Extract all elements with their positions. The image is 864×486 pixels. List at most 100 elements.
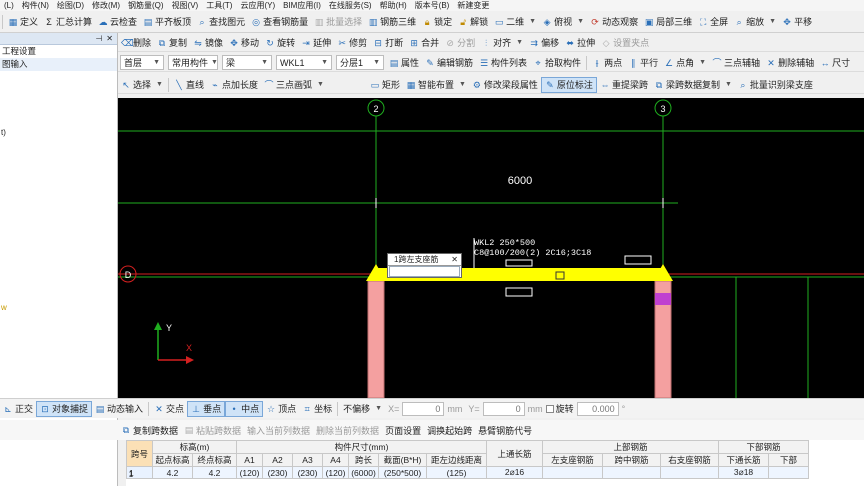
- menu-tools[interactable]: 工具(T): [202, 0, 236, 11]
- smart-layout-button[interactable]: ▦ 智能布置 ▼: [403, 77, 469, 93]
- extend-button[interactable]: ⇥ 延伸: [298, 35, 334, 51]
- layer-select[interactable]: 分层1 ▼: [336, 55, 384, 70]
- column[interactable]: [367, 280, 385, 398]
- cell-span-length[interactable]: (6000): [348, 466, 379, 479]
- cell-top-through-rebar[interactable]: 2⌀16: [486, 466, 543, 479]
- align-slab-top-button[interactable]: ▤ 平齐板顶: [140, 14, 194, 30]
- y-coordinate-input[interactable]: 0: [482, 401, 525, 416]
- dynamic-input-button[interactable]: ▤ 动态输入: [92, 401, 146, 417]
- input-column-data-button[interactable]: 输入当前列数据: [244, 422, 313, 438]
- define-button[interactable]: ▦ 定义: [5, 14, 41, 30]
- zoom-button[interactable]: ⌕ 缩放 ▼: [731, 14, 779, 30]
- set-grip-button[interactable]: ◇ 设置夹点: [598, 35, 652, 51]
- col-a4[interactable]: A4: [322, 453, 349, 467]
- paste-span-data-button[interactable]: ▤ 粘贴跨数据: [181, 422, 244, 438]
- col-right-support-rebar[interactable]: 右支座钢筋: [660, 453, 719, 467]
- rotate-button[interactable]: ↻ 旋转: [262, 35, 298, 51]
- merge-button[interactable]: ⊞ 合并: [406, 35, 442, 51]
- perpendicular-snap-button[interactable]: ⊥ 垂点: [187, 400, 226, 417]
- col-top-through-rebar[interactable]: 上通长筋: [486, 440, 543, 467]
- mirror-button[interactable]: ⇋ 镜像: [190, 35, 226, 51]
- col-end-elevation[interactable]: 终点标高: [192, 453, 237, 467]
- line-button[interactable]: ╲ 直线: [171, 77, 207, 93]
- menu-new-change[interactable]: 新建变更: [453, 0, 493, 11]
- menu-cloud[interactable]: 云应用(Y): [236, 0, 279, 11]
- move-button[interactable]: ✥ 移动: [226, 35, 262, 51]
- batch-select-button[interactable]: ▥ 批量选择: [311, 14, 365, 30]
- menu-version[interactable]: 版本号(B): [411, 0, 454, 11]
- offset-mode-select[interactable]: 不偏移 ▼: [340, 401, 385, 417]
- menu-modify[interactable]: 修改(M): [88, 0, 124, 11]
- midpoint-snap-button[interactable]: • 中点: [225, 400, 264, 417]
- view-2d-button[interactable]: ▭ 二维 ▼: [491, 14, 539, 30]
- cell-section[interactable]: (250*500): [378, 466, 427, 479]
- cell-a1[interactable]: (120): [236, 466, 263, 479]
- col-span-no[interactable]: 跨号: [126, 440, 153, 467]
- two-point-axis-button[interactable]: ⫲ 两点: [589, 55, 625, 71]
- coordinate-snap-button[interactable]: ⌗ 坐标: [299, 401, 335, 417]
- pan-button[interactable]: ✥ 平移: [779, 14, 815, 30]
- top-view-button[interactable]: ◈ 俯视 ▼: [539, 14, 587, 30]
- rectangle-button[interactable]: ▭ 矩形: [367, 77, 403, 93]
- three-point-arc-button[interactable]: ⌒ 三点画弧 ▼: [261, 77, 327, 93]
- three-point-axis-button[interactable]: ⌒ 三点辅轴: [709, 55, 763, 71]
- cell-mid-span-rebar[interactable]: [602, 466, 661, 479]
- menu-component[interactable]: 构件(N): [18, 0, 53, 11]
- col-a3[interactable]: A3: [292, 453, 323, 467]
- annotation-box[interactable]: [505, 287, 533, 297]
- break-button[interactable]: ⊟ 打断: [370, 35, 406, 51]
- close-icon[interactable]: ✕: [106, 34, 113, 43]
- x-coordinate-input[interactable]: 0: [402, 401, 445, 416]
- cell-a4[interactable]: (120): [322, 466, 349, 479]
- ortho-button[interactable]: ⊾ 正交: [0, 401, 36, 417]
- cell-start-elevation[interactable]: 4.2: [152, 466, 193, 479]
- pick-component-button[interactable]: ⌖ 拾取构件: [530, 55, 584, 71]
- select-button[interactable]: ↖ 选择 ▼: [118, 77, 166, 93]
- view-rebar-qty-button[interactable]: ◎ 查看钢筋量: [248, 14, 311, 30]
- annotation-box[interactable]: [505, 259, 533, 267]
- trim-button[interactable]: ✂ 修剪: [334, 35, 370, 51]
- tree-fragment[interactable]: t): [1, 128, 6, 137]
- stretch-button[interactable]: ⬌ 拉伸: [562, 35, 598, 51]
- col-left-support-rebar[interactable]: 左支座钢筋: [542, 453, 603, 467]
- menu-l[interactable]: (L): [0, 1, 18, 10]
- parallel-axis-button[interactable]: ∥ 平行: [625, 55, 661, 71]
- dimension-button[interactable]: ↔ 尺寸: [817, 55, 853, 71]
- menu-view[interactable]: 视图(V): [168, 0, 203, 11]
- pin-icon[interactable]: ⊣: [95, 34, 102, 43]
- object-snap-button[interactable]: ⊡ 对象捕捉: [36, 400, 93, 417]
- partial-3d-button[interactable]: ▣ 局部三维: [641, 14, 695, 30]
- copy-span-data-button[interactable]: ⧉ 梁跨数据复制 ▼: [651, 77, 735, 93]
- nav-drawing-input[interactable]: 图输入: [0, 58, 117, 71]
- component-name-select[interactable]: WKL1 ▼: [276, 55, 332, 70]
- drawing-canvas[interactable]: D 2 3 6000 WKL2 250*500 C8@100/200(2) 2C…: [118, 98, 864, 398]
- col-bottom[interactable]: 下部: [768, 453, 809, 467]
- copy-span-data-table-button[interactable]: ⧉ 复制跨数据: [118, 422, 181, 438]
- cell-bottom[interactable]: [768, 466, 809, 479]
- cad-drawing[interactable]: D 2 3 6000 WKL2 250*500 C8@100/200(2) 2C…: [118, 98, 864, 398]
- properties-button[interactable]: ▤ 属性: [386, 55, 422, 71]
- unlock-button[interactable]: 🔓︎ 解锁: [455, 14, 491, 30]
- left-support-rebar-input[interactable]: [389, 266, 460, 277]
- batch-recognize-support-button[interactable]: ⌕ 批量识别梁支座: [735, 77, 816, 93]
- menu-rebar-qty[interactable]: 钢筋量(Q): [124, 0, 168, 11]
- point-angle-button[interactable]: ∠ 点角 ▼: [661, 55, 709, 71]
- swap-start-span-button[interactable]: 调换起始跨: [424, 422, 475, 438]
- type-select[interactable]: 梁 ▼: [222, 55, 272, 70]
- component-list-button[interactable]: ☰ 构件列表: [476, 55, 530, 71]
- rebar-3d-button[interactable]: ▥ 钢筋三维: [365, 14, 419, 30]
- modify-beam-attr-button[interactable]: ⚙ 修改梁段属性: [469, 77, 541, 93]
- point-length-button[interactable]: ⌁ 点加长度: [207, 77, 261, 93]
- delete-button[interactable]: ⌫ 删除: [118, 35, 154, 51]
- fullscreen-button[interactable]: ⛶ 全屏: [695, 14, 731, 30]
- page-setup-button[interactable]: 页面设置: [382, 422, 424, 438]
- reextract-span-button[interactable]: ⇔ 重提梁跨: [597, 77, 651, 93]
- col-left-edge-distance[interactable]: 距左边线距离: [426, 453, 487, 467]
- cell-left-support-rebar[interactable]: [542, 466, 603, 479]
- cantilever-rebar-code-button[interactable]: 悬臂钢筋代号: [475, 422, 535, 438]
- col-mid-span-rebar[interactable]: 跨中钢筋: [602, 453, 661, 467]
- menu-draw[interactable]: 绘图(D): [53, 0, 88, 11]
- cloud-check-button[interactable]: ☁ 云检查: [95, 14, 140, 30]
- cell-right-support-rebar[interactable]: [660, 466, 719, 479]
- delete-column-data-button[interactable]: 删除当前列数据: [313, 422, 382, 438]
